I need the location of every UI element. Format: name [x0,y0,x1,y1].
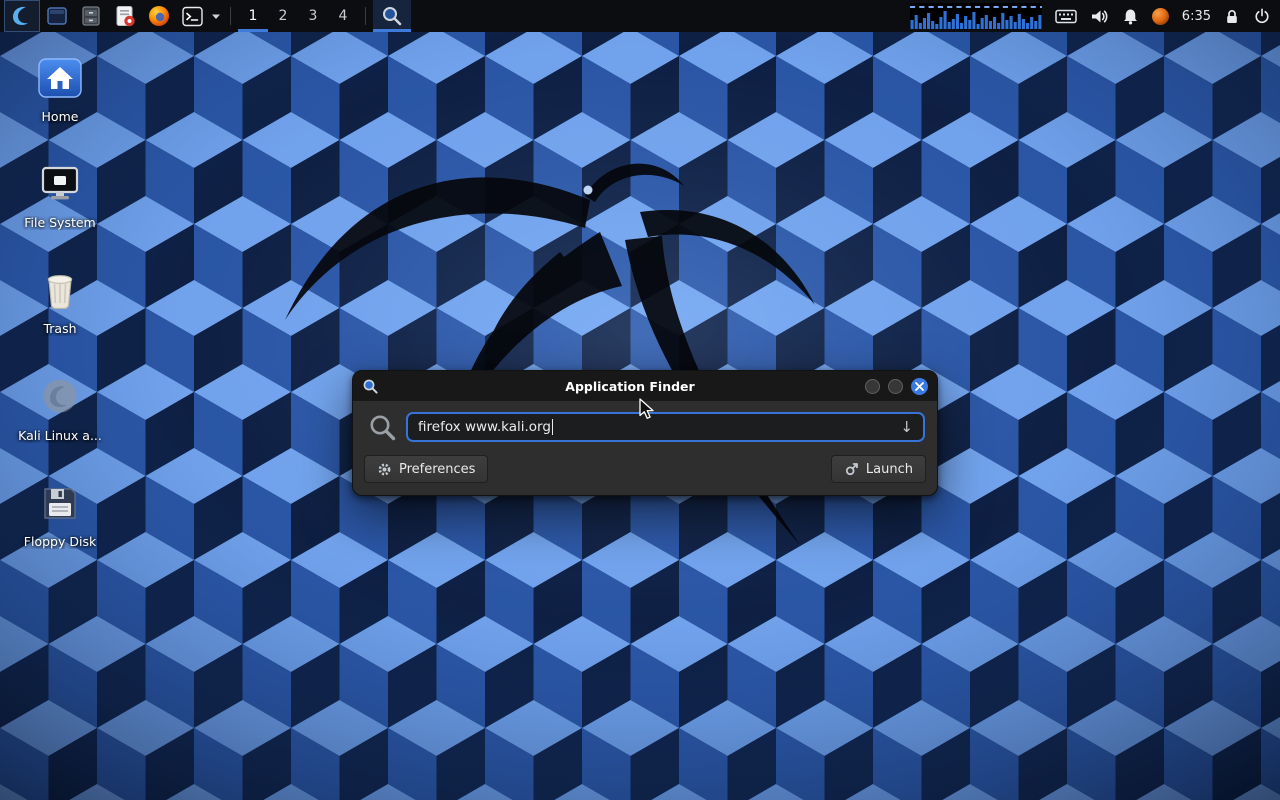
volume-icon [1090,8,1109,25]
window-icon [362,378,379,395]
terminal-dropdown-chevron[interactable] [209,0,223,32]
gear-icon [377,462,392,477]
search-query-text: firefox www.kali.org [418,419,551,435]
button-row: Preferences Launch [353,446,937,495]
titlebar[interactable]: Application Finder [353,371,937,401]
workspace-4[interactable]: 4 [328,0,358,32]
workspace-switcher: 1 2 3 4 [238,0,358,32]
launch-icon [844,462,859,477]
text-editor-launcher[interactable] [108,0,142,32]
computer-monitor-icon [37,161,83,207]
power-icon [1253,7,1271,25]
desktop-icon-label: Kali Linux a... [12,429,108,443]
desktop-icon-label: Home [12,110,108,124]
maximize-button[interactable] [888,379,903,394]
clock[interactable]: 6:35 [1182,9,1211,24]
text-caret [552,419,554,435]
system-monitor-graph[interactable] [910,3,1042,29]
application-finder-icon [381,5,403,27]
desktop-icon-label: Trash [12,322,108,336]
minimize-button[interactable] [865,379,880,394]
workspace-1[interactable]: 1 [238,0,268,32]
kali-menu-icon [10,4,34,28]
application-finder-window: Application Finder firefox www.kali.org … [352,370,938,496]
file-cabinet-icon [79,4,103,28]
launch-label: Launch [866,462,913,477]
preferences-button[interactable]: Preferences [364,455,488,483]
file-cabinet-launcher[interactable] [74,0,108,32]
workspace-3[interactable]: 3 [298,0,328,32]
history-dropdown-icon[interactable]: ↓ [900,420,913,435]
keyboard-icon [1055,9,1077,24]
search-icon [367,412,397,442]
floppy-disk-icon [37,480,83,526]
firefox-launcher[interactable] [142,0,176,32]
kali-logo-icon [37,374,83,420]
lock-icon [1224,8,1240,25]
firefox-icon [147,4,171,28]
home-icon [37,55,83,101]
desktop-icon-file-system[interactable]: File System [12,161,108,230]
launch-button[interactable]: Launch [831,455,926,483]
update-indicator-icon [1152,8,1169,25]
terminal-icon [181,5,204,28]
preferences-label: Preferences [399,462,475,477]
applications-menu-button[interactable] [4,0,40,32]
keyboard-indicator[interactable] [1055,0,1077,32]
panel-status-area: 6:35 [910,0,1276,32]
mouse-cursor [638,398,658,420]
trash-bin-icon [37,267,83,313]
workspace-2[interactable]: 2 [268,0,298,32]
desktop-icon-floppy-disk[interactable]: Floppy Disk [12,480,108,549]
terminal-launcher[interactable] [176,0,209,32]
panel-separator [365,7,366,25]
desktop-icon-home[interactable]: Home [12,55,108,124]
desktop-icon-label: File System [12,216,108,230]
panel-separator [230,7,231,25]
bell-icon [1122,8,1139,25]
close-icon [915,382,924,391]
cpu-graph-icon [910,3,1042,29]
lock-screen[interactable] [1224,0,1240,32]
taskbar-application-finder[interactable] [373,0,411,32]
volume-control[interactable] [1090,0,1109,32]
window-title: Application Finder [423,379,837,394]
notifications[interactable] [1122,0,1139,32]
window-controls [865,378,928,395]
top-panel: 1 2 3 4 [0,0,1280,32]
desktop-icon-kali-linux[interactable]: Kali Linux a... [12,374,108,443]
desktop-icon-label: Floppy Disk [12,535,108,549]
desktop-icon-trash[interactable]: Trash [12,267,108,336]
power-menu[interactable] [1253,0,1271,32]
file-manager-icon [45,4,69,28]
chevron-down-icon [211,13,221,20]
close-button[interactable] [911,378,928,395]
file-manager-launcher[interactable] [40,0,74,32]
text-editor-icon [113,4,137,28]
search-input[interactable]: firefox www.kali.org ↓ [406,412,925,442]
update-indicator[interactable] [1152,0,1169,32]
